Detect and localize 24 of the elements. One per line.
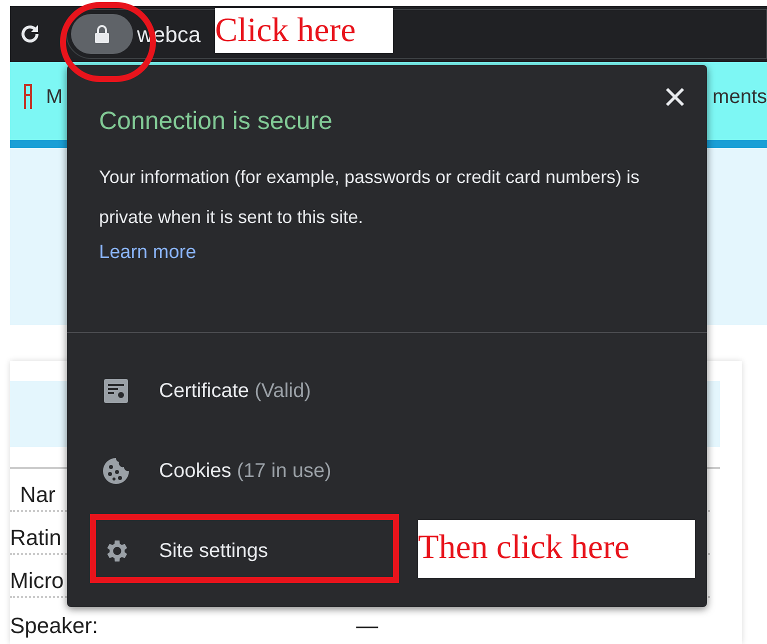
menu-item-label: Certificate (Valid) <box>159 379 311 404</box>
lock-icon <box>94 24 110 44</box>
row-value: — <box>356 612 378 640</box>
bookmark-favicon-icon <box>22 83 34 111</box>
bookmark-item[interactable]: M <box>46 82 63 112</box>
learn-more-link[interactable]: Learn more <box>99 237 196 269</box>
menu-item-label: Site settings <box>159 539 268 564</box>
close-icon[interactable] <box>665 87 685 107</box>
menu-item[interactable]: Site settings <box>100 511 268 591</box>
menu-item-label: Cookies (17 in use) <box>159 459 332 484</box>
certificate-icon <box>103 378 129 404</box>
row-label: Ratin <box>10 524 62 552</box>
annotation-label: Click here <box>215 8 393 53</box>
row-label: Nar <box>19 481 56 509</box>
bookmark-item[interactable]: ments <box>712 82 767 112</box>
security-message: Your information (for example, passwords or credit card numbers) is private when it is sent to this site. <box>99 166 641 229</box>
popup-title: Connection is secure <box>99 106 334 137</box>
row-label: Speaker: <box>10 612 98 640</box>
menu-item[interactable]: Certificate (Valid) <box>100 351 311 431</box>
cookie-icon <box>102 457 130 485</box>
menu-item[interactable]: Cookies (17 in use) <box>100 431 332 511</box>
row-label: Micro <box>10 567 64 595</box>
lock-chip[interactable] <box>71 14 133 54</box>
annotation-label: Then click here <box>418 520 695 578</box>
